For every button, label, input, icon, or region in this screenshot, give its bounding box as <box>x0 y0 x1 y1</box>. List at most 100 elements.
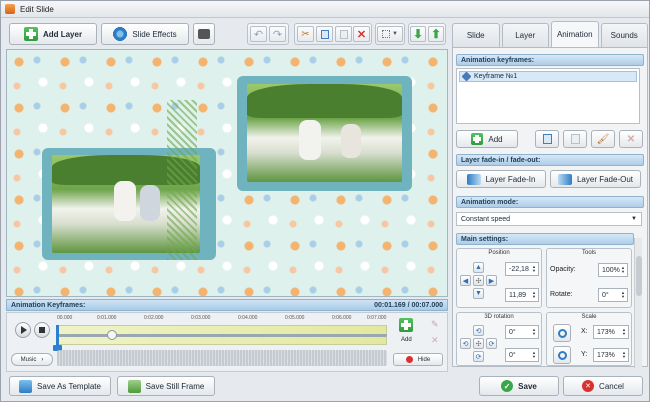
hide-button[interactable]: Hide <box>393 353 443 366</box>
properties-panel: Slide Layer Animation Sounds Animation k… <box>452 19 648 371</box>
timeline-ruler: 00.000 0:01.000 0:02.000 0:03.000 0:04.0… <box>57 315 387 324</box>
keyframe-item[interactable]: Keyframe №1 <box>459 71 637 82</box>
opacity-value: 100% <box>602 266 620 274</box>
scale-y-label: Y: <box>581 351 588 358</box>
photo-image-right <box>247 84 402 182</box>
fade-out-label: Layer Fade-Out <box>576 174 634 184</box>
save-frame-label: Save Still Frame <box>145 381 205 391</box>
rotate-left-icon[interactable]: ⟲ <box>460 338 471 349</box>
rotation-center-icon[interactable]: ✣ <box>473 338 484 349</box>
timeline-header: Animation Keyframes: <box>11 301 86 309</box>
arrow-left-icon[interactable]: ◀ <box>460 275 471 286</box>
tab-slide[interactable]: Slide <box>452 23 500 47</box>
fade-section-header: Layer fade-in / fade-out: <box>456 154 644 166</box>
cancel-button[interactable]: ✕ Cancel <box>563 376 643 396</box>
save-as-template-button[interactable]: Save As Template <box>9 376 111 396</box>
delete-icon: ✕ <box>626 133 636 145</box>
delete-keyframe-icon[interactable]: ✕ <box>431 335 439 346</box>
paste-icon <box>570 134 580 144</box>
photo-layer-right[interactable] <box>237 76 412 191</box>
arrow-up-icon[interactable]: ▲ <box>473 262 484 273</box>
template-icon <box>19 379 33 393</box>
scale-x-input[interactable]: 173% ▲ ▼ <box>593 325 629 339</box>
zoom-out-button[interactable] <box>553 346 571 364</box>
copy-icon[interactable] <box>316 26 333 42</box>
stop-icon <box>39 327 45 333</box>
plus-icon <box>23 27 38 41</box>
cut-icon[interactable]: ✂ <box>297 26 314 42</box>
rotation-y-input[interactable]: 0° ▲ ▼ <box>505 348 539 362</box>
tab-animation[interactable]: Animation <box>551 21 599 47</box>
add-layer-button[interactable]: Add Layer <box>9 23 97 45</box>
rotation-x-input[interactable]: 0° ▲ ▼ <box>505 325 539 339</box>
paste-keyframe-button[interactable] <box>563 130 587 148</box>
align-dropdown[interactable]: ▼ <box>377 26 403 42</box>
rotate-label: Rotate: <box>550 291 573 298</box>
add-keyframe-label[interactable]: Add <box>401 337 412 343</box>
position-x-input[interactable]: -22,18 ▲ ▼ <box>505 262 539 276</box>
center-icon[interactable]: ✣ <box>473 275 484 286</box>
arrow-right-icon[interactable]: ▶ <box>486 275 497 286</box>
timeline-time: 00:01.169 / 00:07.000 <box>374 301 443 309</box>
slide-canvas[interactable] <box>6 49 448 297</box>
move-down-icon[interactable]: ⬇ <box>410 26 426 42</box>
delete-keyframe-button[interactable]: ✕ <box>619 130 643 148</box>
scale-y-input[interactable]: 173% ▲ ▼ <box>593 348 629 362</box>
align-icon <box>382 30 391 38</box>
play-button[interactable] <box>15 322 31 338</box>
scale-label: Scale <box>581 314 597 320</box>
tab-sounds[interactable]: Sounds <box>600 23 648 47</box>
move-up-icon[interactable]: ⬆ <box>428 26 444 42</box>
scrollbar-thumb[interactable] <box>636 256 642 296</box>
save-label: Save <box>518 381 537 391</box>
rotate-down-icon[interactable]: ⟳ <box>473 351 484 362</box>
rotate-up-icon[interactable]: ⟲ <box>473 325 484 336</box>
save-template-label: Save As Template <box>37 381 101 391</box>
scale-x-value: 173% <box>597 328 615 336</box>
fade-in-icon <box>466 173 481 185</box>
arrow-down-icon[interactable]: ▼ <box>473 288 484 299</box>
keyframe-list[interactable]: Keyframe №1 <box>456 68 640 124</box>
ruler-tick: 0:03.000 <box>191 315 211 321</box>
animation-panel: Animation keyframes: Keyframe №1 Add 🖌 ✕… <box>452 47 648 368</box>
cancel-label: Cancel <box>599 381 624 391</box>
copy-keyframe-button[interactable] <box>535 130 559 148</box>
undo-icon[interactable]: ↶ <box>250 26 267 42</box>
save-button[interactable]: ✓ Save <box>479 376 559 396</box>
layer-fade-out-button[interactable]: Layer Fade-Out <box>550 170 641 188</box>
add-keyframe-icon[interactable] <box>399 318 413 332</box>
slide-options-button[interactable] <box>193 23 215 45</box>
brush-icon: 🖌 <box>596 133 610 145</box>
rotation3d-label: 3D rotation <box>484 314 514 320</box>
rotate-input[interactable]: 0° ▲ ▼ <box>598 288 628 302</box>
edit-keyframe-icon[interactable]: ✎ <box>431 319 439 330</box>
music-label: Music <box>20 356 37 363</box>
delete-icon[interactable]: ✕ <box>353 26 370 42</box>
play-icon <box>21 326 27 334</box>
stop-button[interactable] <box>34 322 50 338</box>
tab-layer[interactable]: Layer <box>501 23 549 47</box>
position-y-input[interactable]: 11,89 ▲ ▼ <box>505 288 539 302</box>
brush-keyframe-button[interactable]: 🖌 <box>591 130 615 148</box>
rotate-value: 0° <box>602 291 609 299</box>
redo-icon[interactable]: ↷ <box>269 26 286 42</box>
slide-effects-button[interactable]: Slide Effects <box>101 23 189 45</box>
animation-mode-select[interactable]: Constant speed ▼ <box>456 212 642 226</box>
layer-fade-in-button[interactable]: Layer Fade-In <box>456 170 546 188</box>
ruler-tick: 0:02.000 <box>144 315 164 321</box>
mode-section-header: Animation mode: <box>456 196 644 208</box>
music-button[interactable]: Music › <box>11 353 53 366</box>
rotate-right-icon[interactable]: ⟳ <box>486 338 497 349</box>
app-icon <box>5 4 15 14</box>
slides-icon <box>198 29 210 39</box>
zoom-in-button[interactable] <box>553 324 571 342</box>
spin-arrows-icon: ▲ ▼ <box>621 290 625 299</box>
opacity-input[interactable]: 100% ▲ ▼ <box>598 263 628 277</box>
slide-effects-label: Slide Effects <box>132 29 177 39</box>
chevron-down-icon: ▼ <box>631 216 637 222</box>
add-keyframe-button[interactable]: Add <box>456 130 518 148</box>
dissolve-effect <box>167 100 197 260</box>
settings-scrollbar[interactable] <box>634 238 642 368</box>
save-still-frame-button[interactable]: Save Still Frame <box>117 376 215 396</box>
paste-icon[interactable] <box>335 26 352 42</box>
